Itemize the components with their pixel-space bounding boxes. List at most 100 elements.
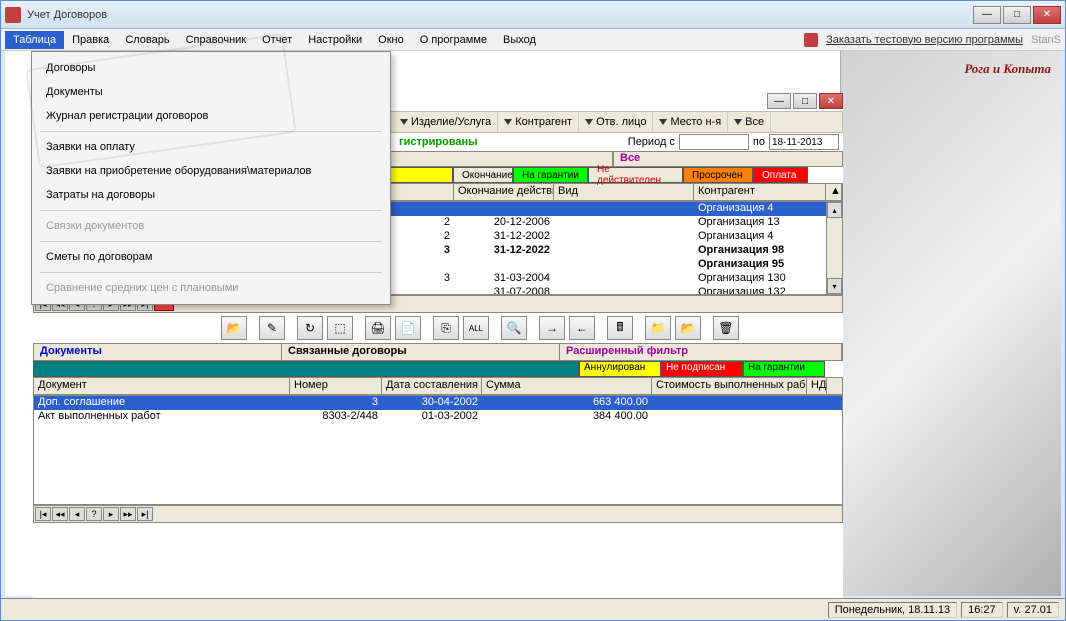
window-title: Учет Договоров	[27, 9, 973, 21]
period-label: Период с	[628, 136, 675, 148]
filter-product[interactable]: Изделие/Услуга	[394, 112, 498, 132]
tb-folder[interactable]: 📁	[645, 316, 671, 340]
filter-all[interactable]: Все	[728, 112, 771, 132]
dh-cost[interactable]: Стоимость выполненных работ	[652, 378, 807, 394]
tb-import[interactable]: ←	[569, 316, 595, 340]
filter-location[interactable]: Место н-я	[653, 112, 728, 132]
po-label: по	[753, 136, 765, 148]
dropdown-item[interactable]: Заявки на оплату	[32, 135, 390, 159]
dh-date[interactable]: Дата составления	[382, 378, 482, 394]
stans-label: StanS	[1031, 34, 1061, 46]
scroll-up[interactable]: ▴	[827, 202, 842, 218]
vertical-scrollbar[interactable]: ▴ ▾	[826, 202, 842, 294]
dh-doc[interactable]: Документ	[34, 378, 290, 394]
statusbar: Понедельник, 18.11.13 16:27 v. 27.01	[1, 598, 1065, 620]
tb-export[interactable]: →	[539, 316, 565, 340]
maximize-button[interactable]: □	[1003, 6, 1031, 24]
dropdown-item[interactable]: Журнал регистрации договоров	[32, 104, 390, 128]
status-annulled: Аннулирован	[579, 361, 661, 377]
nav-prev-2[interactable]: ◂	[69, 507, 85, 521]
tb-select[interactable]: ⬚	[327, 316, 353, 340]
funnel-icon	[734, 119, 742, 125]
dropdown-item[interactable]: Затраты на договоры	[32, 183, 390, 207]
nav-next-page-2[interactable]: ▸▸	[120, 507, 136, 521]
tb-search[interactable]: 🔍	[501, 316, 527, 340]
table-row[interactable]: Акт выполненных работ8303-2/44801-03-200…	[34, 410, 842, 424]
dropdown-item: Сравнение средних цен с плановыми	[32, 276, 390, 300]
status-warranty: На гарантии	[513, 167, 588, 183]
tab-linked[interactable]: Связанные договоры	[282, 344, 560, 360]
col-type[interactable]: Вид	[554, 184, 694, 200]
tb-calc[interactable]: 🖩	[607, 316, 633, 340]
tb-copy[interactable]: ⎘	[433, 316, 459, 340]
menu-nastroiki[interactable]: Настройки	[300, 31, 370, 49]
tb-delete[interactable]: 🗑	[713, 316, 739, 340]
titlebar: Учет Договоров — □ ✕	[1, 1, 1065, 29]
tab-documents[interactable]: Документы	[34, 344, 282, 360]
minimize-button[interactable]: —	[973, 6, 1001, 24]
dropdown-item[interactable]: Документы	[32, 80, 390, 104]
nav-query-2[interactable]: ?	[86, 507, 102, 521]
menu-otchet[interactable]: Отчет	[254, 31, 300, 49]
docs-navigator: |◂ ◂◂ ◂ ? ▸ ▸▸ ▸|	[33, 505, 843, 523]
funnel-icon	[504, 119, 512, 125]
right-panel: Рога и Копыта	[840, 51, 1061, 596]
funnel-icon	[585, 119, 593, 125]
dh-sum[interactable]: Сумма	[482, 378, 652, 394]
child-close[interactable]: ✕	[819, 93, 843, 109]
scroll-down[interactable]: ▾	[827, 278, 842, 294]
tb-all[interactable]: ALL	[463, 316, 489, 340]
docs-grid-header: Документ Номер Дата составления Сумма Ст…	[33, 377, 843, 395]
period-from-input[interactable]	[679, 134, 749, 150]
status-version: v. 27.01	[1007, 602, 1059, 618]
nav-next-2[interactable]: ▸	[103, 507, 119, 521]
tablitsa-dropdown: ДоговорыДокументыЖурнал регистрации дого…	[31, 51, 391, 305]
order-icon	[804, 33, 818, 47]
status-legend-2: Аннулирован Не подписан На гарантии	[33, 361, 843, 377]
child-maximize[interactable]: □	[793, 93, 817, 109]
status-time: 16:27	[961, 602, 1003, 618]
menu-about[interactable]: О программе	[412, 31, 495, 49]
menu-spravochnik[interactable]: Справочник	[178, 31, 255, 49]
menu-tablitsa[interactable]: Таблица	[5, 31, 64, 49]
child-minimize[interactable]: —	[767, 93, 791, 109]
funnel-icon	[400, 119, 408, 125]
menu-okno[interactable]: Окно	[370, 31, 412, 49]
close-button[interactable]: ✕	[1033, 6, 1061, 24]
tb-print[interactable]: 🖨	[365, 316, 391, 340]
app-icon	[5, 7, 21, 23]
filter-counterparty[interactable]: Контрагент	[498, 112, 579, 132]
nav-first-2[interactable]: |◂	[35, 507, 51, 521]
col-counterparty[interactable]: Контрагент	[694, 184, 826, 200]
table-row[interactable]: Доп. соглашение330-04-2002663 400.00	[34, 396, 842, 410]
status-not-signed: Не подписан	[661, 361, 743, 377]
nav-last-2[interactable]: ▸|	[137, 507, 153, 521]
tb-folder-open[interactable]: 📂	[675, 316, 701, 340]
tb-preview[interactable]: 📄	[395, 316, 421, 340]
tb-edit[interactable]: ✎	[259, 316, 285, 340]
menu-exit[interactable]: Выход	[495, 31, 544, 49]
dropdown-item: Связки документов	[32, 214, 390, 238]
period-to-input[interactable]	[769, 134, 839, 150]
filter-responsible[interactable]: Отв. лицо	[579, 112, 653, 132]
menu-pravka[interactable]: Правка	[64, 31, 117, 49]
nav-prev-page-2[interactable]: ◂◂	[52, 507, 68, 521]
order-link[interactable]: Заказать тестовую версию программы	[826, 34, 1023, 46]
tb-refresh[interactable]: ↻	[297, 316, 323, 340]
status-date: Понедельник, 18.11.13	[828, 602, 957, 618]
dropdown-item[interactable]: Сметы по договорам	[32, 245, 390, 269]
tb-open[interactable]: 📂	[221, 316, 247, 340]
status-end: Окончание	[453, 167, 513, 183]
tab-filter[interactable]: Расширенный фильтр	[560, 344, 842, 360]
dropdown-item[interactable]: Заявки на приобретение оборудования\мате…	[32, 159, 390, 183]
status-overdue: Просрочен	[683, 167, 753, 183]
col-end[interactable]: Окончание действия	[454, 184, 554, 200]
dh-num[interactable]: Номер	[290, 378, 382, 394]
menu-slovar[interactable]: Словарь	[117, 31, 177, 49]
status-payment: Оплата	[753, 167, 808, 183]
status-warranty-2: На гарантии	[743, 361, 825, 377]
docs-grid[interactable]: Доп. соглашение330-04-2002663 400.00Акт …	[33, 395, 843, 505]
dh-nd[interactable]: НД	[807, 378, 827, 394]
dropdown-item[interactable]: Договоры	[32, 56, 390, 80]
section-tabs: Документы Связанные договоры Расширенный…	[33, 343, 843, 361]
